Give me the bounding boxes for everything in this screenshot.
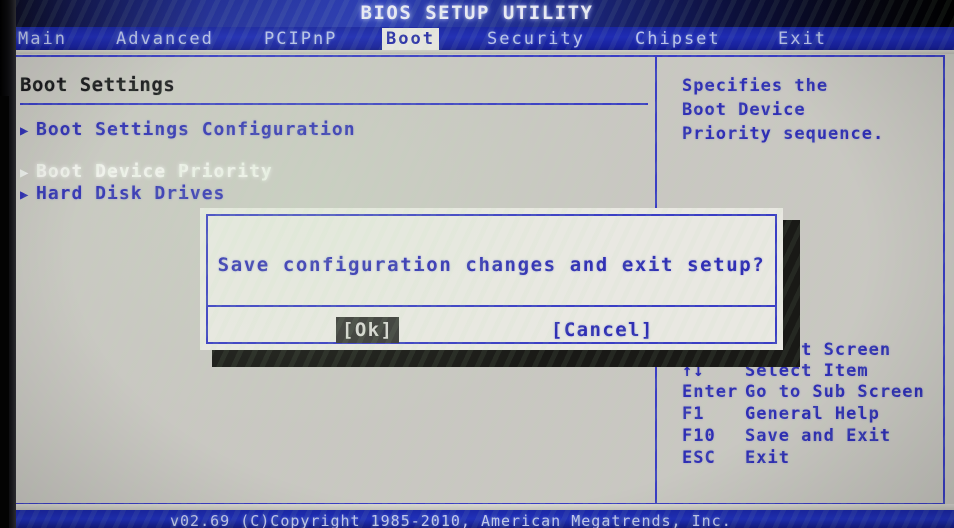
- nav-item-label: Boot Device Priority: [36, 161, 273, 182]
- nav-item-label: Hard Disk Drives: [36, 183, 226, 204]
- key-legend-desc: Exit: [745, 448, 790, 468]
- menu-item-boot[interactable]: Boot: [382, 28, 439, 51]
- key-legend-key: Enter: [682, 382, 739, 402]
- key-legend-desc: Save and Exit: [745, 426, 892, 446]
- key-legend-row: ESC Exit: [0, 446, 954, 468]
- key-legend-row: F1 General Help: [0, 402, 954, 424]
- dialog-button-row: [Ok] [Cancel]: [208, 313, 775, 349]
- nav-item-boot-settings-configuration[interactable]: ▶ Boot Settings Configuration: [20, 118, 356, 142]
- menu-bar-underline: [0, 50, 954, 54]
- help-text-line: Specifies the: [682, 76, 829, 96]
- menu-item-main[interactable]: Main: [14, 28, 71, 51]
- dialog-inner-border: Save configuration changes and exit setu…: [206, 214, 777, 344]
- key-legend-row: F10 Save and Exit: [0, 424, 954, 446]
- monitor-bezel-edge: [0, 96, 9, 528]
- menu-item-exit[interactable]: Exit: [774, 28, 831, 51]
- status-bar: v02.69 (C)Copyright 1985-2010, American …: [0, 510, 954, 528]
- cancel-button[interactable]: [Cancel]: [545, 317, 660, 343]
- dialog-divider: [208, 305, 775, 307]
- key-legend-row: Enter Go to Sub Screen: [0, 380, 954, 402]
- help-text-line: Priority sequence.: [682, 124, 885, 144]
- key-legend-desc: General Help: [745, 404, 880, 424]
- key-legend-key: F1: [682, 404, 705, 424]
- copyright-text: v02.69 (C)Copyright 1985-2010, American …: [170, 512, 732, 528]
- help-text-line: Boot Device: [682, 100, 806, 120]
- nav-item-hard-disk-drives[interactable]: ▶ Hard Disk Drives: [20, 182, 225, 206]
- page-title: BIOS SETUP UTILITY: [360, 2, 594, 24]
- menu-item-advanced[interactable]: Advanced: [112, 28, 218, 51]
- menu-item-pcipnp[interactable]: PCIPnP: [260, 28, 341, 51]
- menu-bar[interactable]: Main Advanced PCIPnP Boot Security Chipset Exi…: [0, 27, 954, 52]
- save-changes-dialog[interactable]: Save configuration changes and exit setu…: [200, 208, 783, 350]
- ok-button[interactable]: [Ok]: [336, 317, 400, 343]
- menu-item-chipset[interactable]: Chipset: [631, 28, 725, 51]
- section-rule: [20, 103, 648, 105]
- bios-screen: BIOS SETUP UTILITY Main Advanced PCIPnP Boo…: [0, 0, 954, 528]
- key-legend-desc: Go to Sub Screen: [745, 382, 925, 402]
- section-title: Boot Settings: [20, 74, 176, 96]
- dialog-message: Save configuration changes and exit setu…: [217, 254, 766, 276]
- title-bar: BIOS SETUP UTILITY: [0, 0, 954, 27]
- key-legend-key: ESC: [682, 448, 716, 468]
- nav-item-boot-device-priority[interactable]: ▶ Boot Device Priority: [20, 160, 273, 184]
- menu-item-security[interactable]: Security: [483, 28, 589, 51]
- chevron-right-icon: ▶: [20, 123, 30, 139]
- nav-item-label: Boot Settings Configuration: [36, 119, 356, 140]
- chevron-right-icon: ▶: [20, 187, 30, 203]
- key-legend-key: F10: [682, 426, 716, 446]
